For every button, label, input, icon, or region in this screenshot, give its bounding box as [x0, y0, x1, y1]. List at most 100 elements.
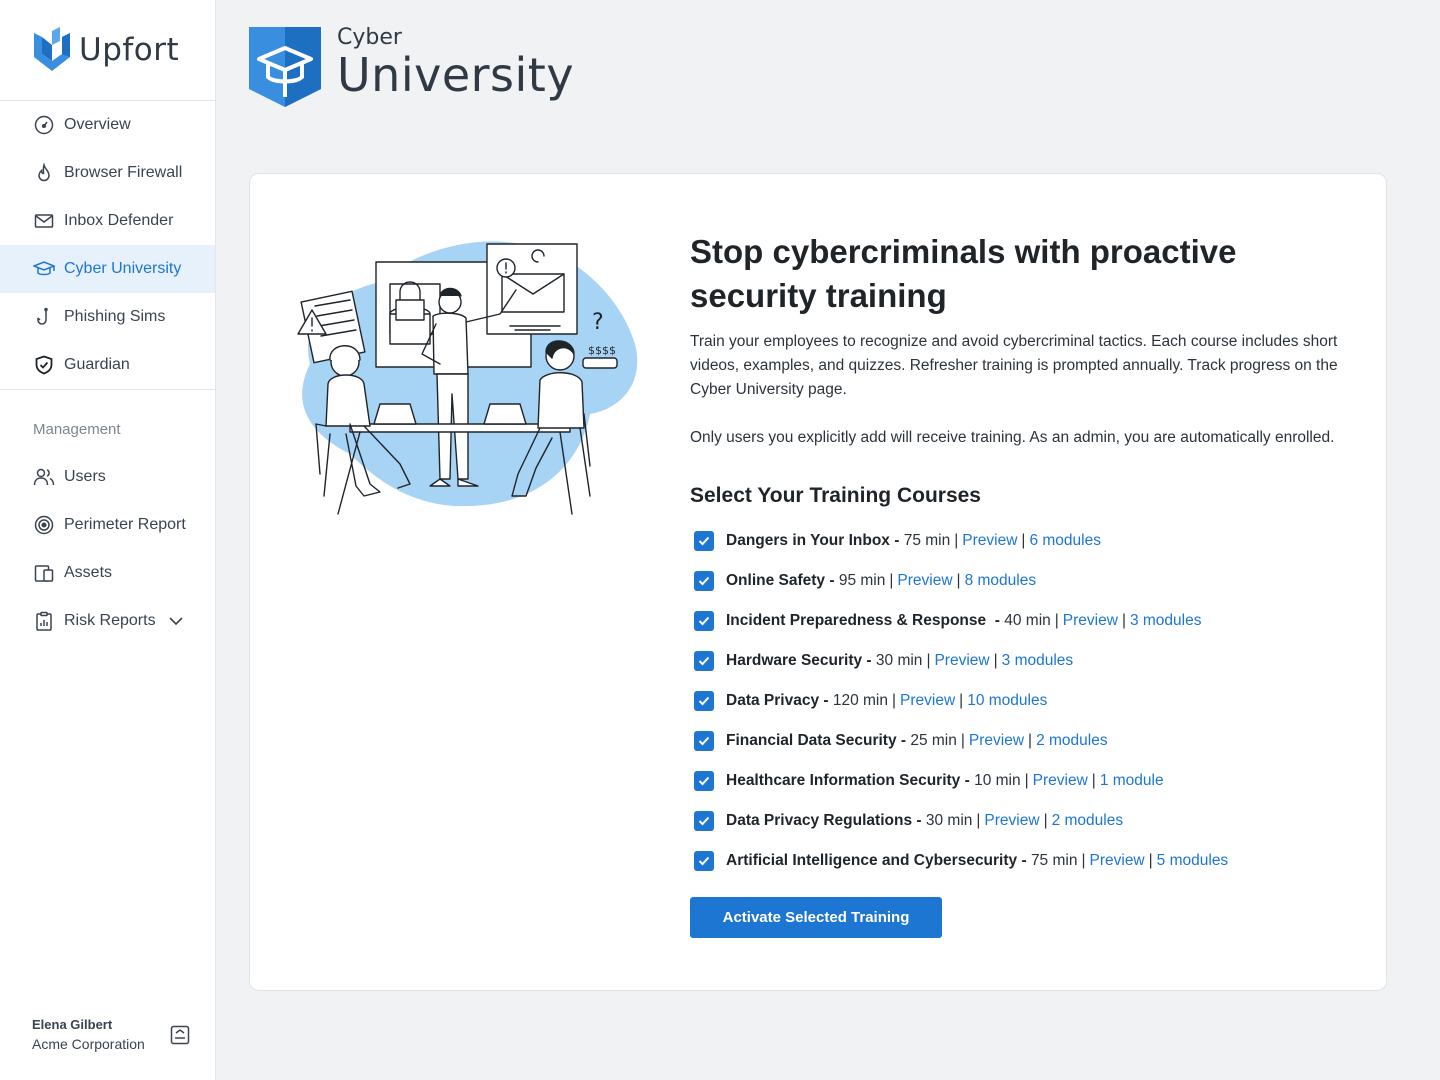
enrollment-note: Only users you explicitly add will recei… [690, 429, 1335, 446]
gauge-icon [33, 114, 55, 136]
course-name: Hardware Security - [726, 652, 872, 669]
brand-name: Upfort [79, 32, 180, 68]
header-small-title: Cyber [337, 25, 402, 50]
separator: | [889, 572, 894, 589]
sidebar-item-browser-firewall[interactable]: Browser Firewall [0, 149, 215, 197]
upfort-logo-icon [34, 27, 70, 71]
page-title: University [337, 48, 575, 102]
sidebar-item-label: Assets [64, 564, 113, 581]
modules-link[interactable]: 3 modules [1002, 652, 1074, 670]
sidebar-item-phishing-sims[interactable]: Phishing Sims [0, 293, 215, 341]
sidebar-item-cyber-university[interactable]: Cyber University [0, 245, 215, 293]
sidebar-item-perimeter-report[interactable]: Perimeter Report [0, 501, 215, 549]
modules-link[interactable]: 10 modules [967, 692, 1047, 710]
separator: | [1043, 812, 1048, 829]
preview-link[interactable]: Preview [962, 532, 1017, 550]
course-duration: 10 min [974, 772, 1021, 789]
clipboard-icon [33, 610, 55, 632]
graduation-shield-icon [249, 27, 321, 107]
course-checkbox[interactable] [694, 731, 714, 751]
account-menu-icon[interactable] [170, 1025, 192, 1047]
users-icon [33, 466, 55, 488]
preview-link[interactable]: Preview [1033, 772, 1088, 790]
separator: | [1091, 772, 1096, 789]
target-icon [33, 514, 55, 536]
separator: | [1081, 852, 1086, 869]
course-row: Data Privacy Regulations - 30 min | Previe… [690, 801, 1370, 841]
separator: | [1028, 732, 1033, 749]
modules-link[interactable]: 2 modules [1036, 732, 1108, 750]
modules-link[interactable]: 1 module [1100, 772, 1164, 790]
sidebar-item-inbox-defender[interactable]: Inbox Defender [0, 197, 215, 245]
mail-icon [33, 210, 55, 232]
preview-link[interactable]: Preview [897, 572, 952, 590]
separator: | [960, 732, 965, 749]
course-name: Online Safety - [726, 572, 835, 589]
sidebar-item-label: Users [64, 468, 106, 485]
modules-link[interactable]: 5 modules [1157, 852, 1229, 870]
course-name: Healthcare Information Security - [726, 772, 970, 789]
sidebar-item-overview[interactable]: Overview [0, 101, 215, 149]
courses-title: Select Your Training Courses [690, 484, 981, 507]
training-content: Stop cybercriminals with proactive secur… [690, 230, 1370, 938]
course-row: Financial Data Security - 25 min | Preview… [690, 721, 1370, 761]
modules-link[interactable]: 3 modules [1130, 612, 1202, 630]
headline: Stop cybercriminals with proactive secur… [690, 233, 1237, 314]
course-duration: 95 min [838, 572, 886, 589]
preview-link[interactable]: Preview [984, 812, 1039, 830]
sidebar-item-label: Risk Reports [64, 612, 156, 629]
course-checkbox[interactable] [694, 611, 714, 631]
separator: | [959, 692, 964, 709]
cyber-university-logo: Cyber University [249, 25, 575, 107]
sidebar-item-guardian[interactable]: Guardian [0, 341, 215, 389]
preview-link[interactable]: Preview [969, 732, 1024, 750]
chevron-down-icon[interactable] [168, 616, 184, 626]
devices-icon [33, 562, 55, 584]
modules-link[interactable]: 8 modules [965, 572, 1037, 590]
intro-paragraph: Train your employees to recognize and av… [690, 333, 1338, 398]
modules-link[interactable]: 2 modules [1052, 812, 1124, 830]
course-checkbox[interactable] [694, 811, 714, 831]
course-duration: 75 min [1030, 852, 1078, 869]
course-name: Incident Preparedness & Response - [726, 612, 1000, 629]
separator: | [1148, 852, 1153, 869]
separator: | [892, 692, 897, 709]
separator: | [993, 652, 998, 669]
preview-link[interactable]: Preview [1063, 612, 1118, 630]
course-row: Healthcare Information Security - 10 min… [690, 761, 1370, 801]
course-row: Dangers in Your Inbox - 75 min | Preview | 6… [690, 521, 1370, 561]
course-checkbox[interactable] [694, 571, 714, 591]
course-checkbox[interactable] [694, 531, 714, 551]
modules-link[interactable]: 6 modules [1029, 532, 1101, 550]
separator: | [1054, 612, 1059, 629]
separator: | [1021, 532, 1026, 549]
flame-icon [33, 162, 55, 184]
separator: | [956, 572, 961, 589]
course-checkbox[interactable] [694, 771, 714, 791]
course-duration: 75 min [903, 532, 951, 549]
separator: | [1024, 772, 1029, 789]
sidebar-item-label: Perimeter Report [64, 516, 186, 533]
management-section-label: Management [33, 420, 121, 438]
separator: | [976, 812, 981, 829]
preview-link[interactable]: Preview [1090, 852, 1145, 870]
course-name: Artificial Intelligence and Cybersecurit… [726, 852, 1027, 869]
sidebar-item-risk-reports[interactable]: Risk Reports [0, 597, 215, 645]
training-card: ? $$$$ Stop cybercriminals with proactiv… [249, 173, 1387, 991]
course-checkbox[interactable] [694, 691, 714, 711]
svg-text:$$$$: $$$$ [588, 344, 616, 357]
separator: | [926, 652, 931, 669]
course-checkbox[interactable] [694, 651, 714, 671]
course-duration: 30 min [925, 812, 973, 829]
course-row: Hardware Security - 30 min | Preview | 3 mod… [690, 641, 1370, 681]
sidebar-item-assets[interactable]: Assets [0, 549, 215, 597]
preview-link[interactable]: Preview [934, 652, 989, 670]
brand[interactable]: Upfort [0, 0, 215, 101]
preview-link[interactable]: Preview [900, 692, 955, 710]
sidebar-item-label: Cyber University [64, 260, 182, 277]
course-list: Dangers in Your Inbox - 75 min | Preview | 6… [690, 521, 1370, 881]
course-row: Artificial Intelligence and Cybersecurit… [690, 841, 1370, 881]
course-checkbox[interactable] [694, 851, 714, 871]
activate-training-button[interactable]: Activate Selected Training [690, 897, 942, 938]
sidebar-item-users[interactable]: Users [0, 453, 215, 501]
